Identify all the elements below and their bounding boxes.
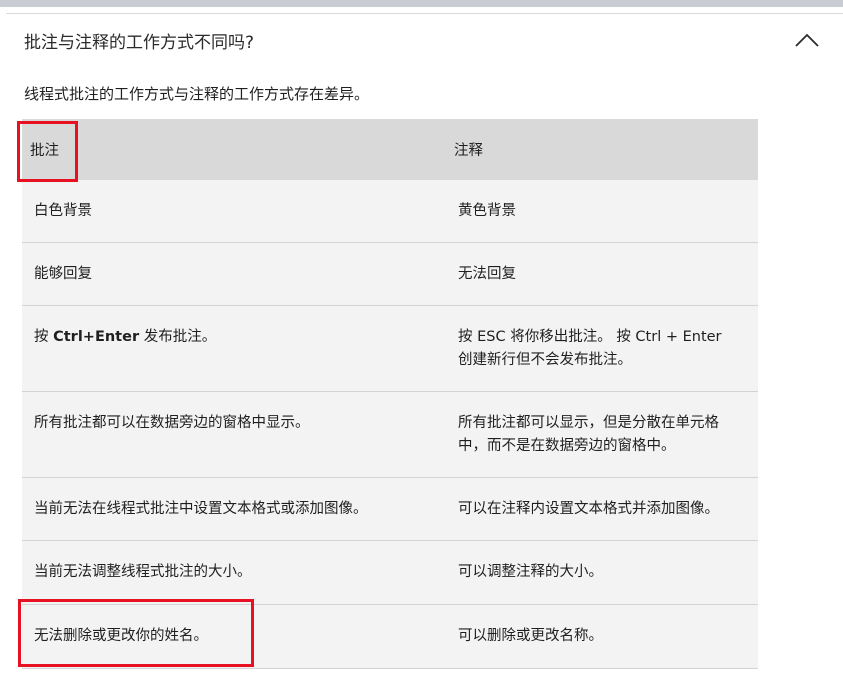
chevron-up-icon[interactable] (794, 32, 820, 48)
table-row: 当前无法在线程式批注中设置文本格式或添加图像。 可以在注释内设置文本格式并添加图… (22, 477, 758, 541)
cell-comments: 无法删除或更改你的姓名。 (22, 604, 446, 669)
cell-comments: 当前无法在线程式批注中设置文本格式或添加图像。 (22, 477, 446, 541)
table-header-row: 批注 注释 (22, 119, 758, 180)
accordion-header[interactable]: 批注与注释的工作方式不同吗? (0, 14, 843, 70)
cell-notes: 按 ESC 将你移出批注。 按 Ctrl + Enter 创建新行但不会发布批注… (446, 305, 758, 392)
cell-comments: 按 Ctrl+Enter 发布批注。 (22, 305, 446, 392)
intro-text: 线程式批注的工作方式与注释的工作方式存在差异。 (24, 85, 370, 103)
keyboard-shortcut: Ctrl+Enter (53, 329, 140, 345)
cell-notes: 所有批注都可以显示，但是分散在单元格中，而不是在数据旁边的窗格中。 (446, 391, 758, 478)
cell-comments: 白色背景 (22, 180, 446, 243)
cell-comments: 当前无法调整线程式批注的大小。 (22, 540, 446, 605)
table-row: 当前无法调整线程式批注的大小。 可以调整注释的大小。 (22, 540, 758, 605)
cell-notes: 无法回复 (446, 242, 758, 306)
cell-notes: 黄色背景 (446, 180, 758, 243)
cell-notes: 可以删除或更改名称。 (446, 604, 758, 669)
table-row: 无法删除或更改你的姓名。 可以删除或更改名称。 (22, 604, 758, 669)
cell-comments: 能够回复 (22, 242, 446, 306)
accordion-title: 批注与注释的工作方式不同吗? (24, 33, 255, 53)
cell-notes: 可以在注释内设置文本格式并添加图像。 (446, 477, 758, 541)
table-row: 白色背景 黄色背景 (22, 180, 758, 243)
header-notes: 注释 (446, 119, 758, 180)
top-band (0, 0, 843, 7)
table-row: 所有批注都可以在数据旁边的窗格中显示。 所有批注都可以显示，但是分散在单元格中，… (22, 391, 758, 478)
cell-prefix: 按 (34, 329, 54, 345)
cell-suffix: 发布批注。 (139, 329, 217, 345)
comparison-table: 批注 注释 白色背景 黄色背景 能够回复 无法回复 按 Ctrl+Enter 发… (22, 119, 758, 669)
header-comments: 批注 (22, 119, 446, 180)
table-row: 能够回复 无法回复 (22, 242, 758, 306)
table-row: 按 Ctrl+Enter 发布批注。 按 ESC 将你移出批注。 按 Ctrl … (22, 305, 758, 392)
cell-comments: 所有批注都可以在数据旁边的窗格中显示。 (22, 391, 446, 478)
cell-notes: 可以调整注释的大小。 (446, 540, 758, 605)
